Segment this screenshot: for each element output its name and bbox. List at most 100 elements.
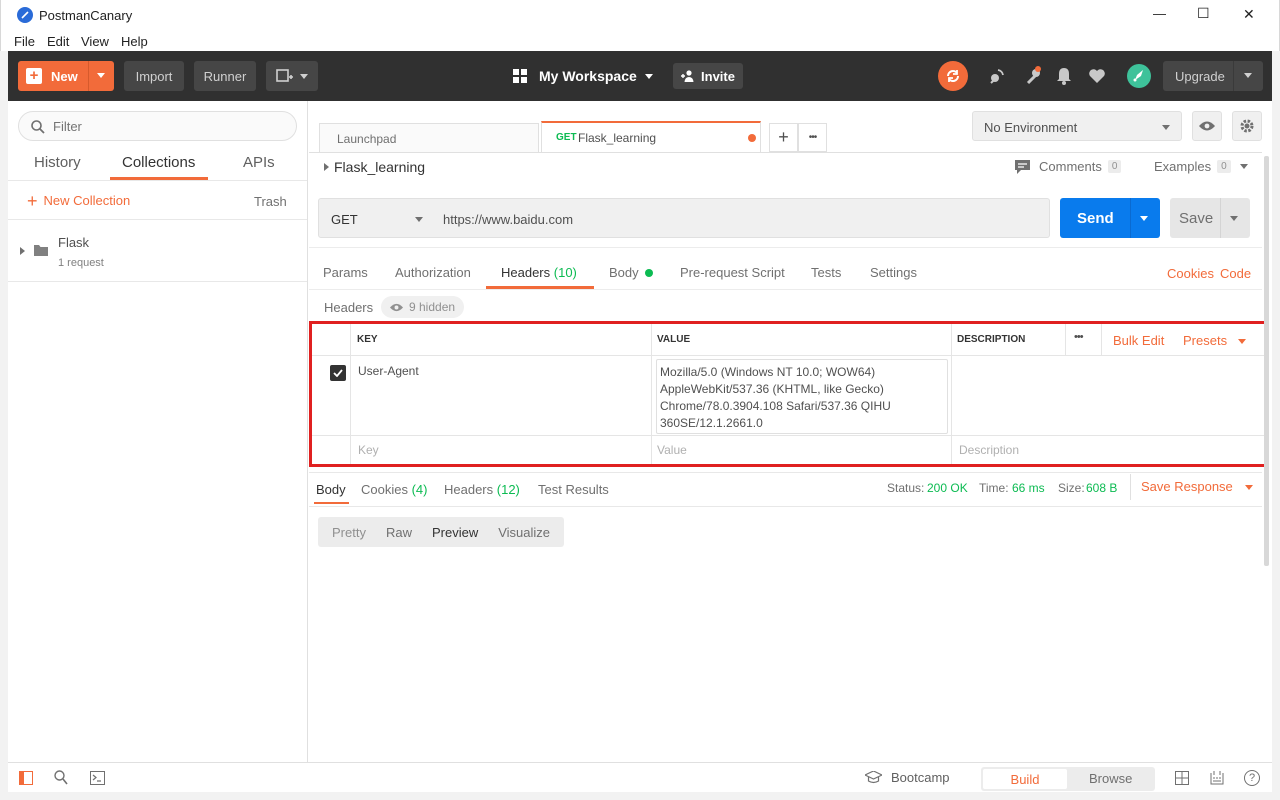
tab-params[interactable]: Params <box>323 265 368 280</box>
comments-button[interactable]: Comments 0 <box>1015 159 1122 174</box>
search-icon[interactable] <box>54 770 68 785</box>
close-button[interactable]: ✕ <box>1243 6 1255 23</box>
settings-wrench-icon[interactable] <box>1024 65 1042 88</box>
tab-prerequest-script[interactable]: Pre-request Script <box>680 265 785 280</box>
status-bar: Bootcamp Build Browse ? <box>8 762 1272 792</box>
new-window-button[interactable] <box>266 61 318 91</box>
sidebar-toggle-icon[interactable] <box>19 771 33 785</box>
response-tab-headers[interactable]: Headers (12) <box>444 482 520 497</box>
heart-icon[interactable] <box>1088 68 1106 87</box>
send-button[interactable]: Send <box>1060 198 1160 238</box>
save-button[interactable]: Save <box>1170 198 1250 238</box>
rocket-icon[interactable] <box>1127 64 1151 88</box>
new-button[interactable]: + New <box>18 61 114 91</box>
tab-authorization[interactable]: Authorization <box>395 265 471 280</box>
bulk-edit-link[interactable]: Bulk Edit <box>1113 333 1164 348</box>
menu-view[interactable]: View <box>81 34 109 49</box>
trash-button[interactable]: Trash <box>254 194 287 209</box>
save-divider <box>1220 198 1221 238</box>
environment-select[interactable]: No Environment <box>972 111 1182 141</box>
chevron-down-icon[interactable] <box>1230 216 1238 221</box>
divider <box>309 472 1262 473</box>
upgrade-button[interactable]: Upgrade <box>1163 61 1263 91</box>
chevron-down-icon[interactable] <box>1140 216 1148 221</box>
satellite-icon[interactable] <box>988 67 1006 88</box>
minimize-button[interactable]: — <box>1153 6 1166 21</box>
caret-right-icon[interactable] <box>324 163 329 171</box>
presets-link[interactable]: Presets <box>1183 333 1246 348</box>
filter-box[interactable] <box>18 111 297 141</box>
row-key: User-Agent <box>358 364 419 378</box>
collection-item[interactable]: Flask 1 request <box>8 220 307 282</box>
sync-icon[interactable] <box>938 61 968 91</box>
main-scrollbar[interactable] <box>1264 156 1269 566</box>
tab-tests[interactable]: Tests <box>811 265 841 280</box>
desktop-right-strip <box>1272 51 1280 800</box>
hidden-headers-toggle[interactable]: 9 hidden <box>381 296 465 318</box>
method-select[interactable]: GET <box>318 198 434 238</box>
menu-help[interactable]: Help <box>121 34 148 49</box>
response-tab-cookies[interactable]: Cookies (4) <box>361 482 427 497</box>
workspace-switcher[interactable]: My Workspace <box>513 66 653 86</box>
tab-method: GET <box>556 132 577 143</box>
tab-collections[interactable]: Collections <box>122 154 195 171</box>
chevron-down-icon[interactable] <box>97 73 105 78</box>
time-label: Time: <box>979 481 1009 495</box>
bootcamp-button[interactable]: Bootcamp <box>865 770 950 785</box>
status-value[interactable]: 200 OK <box>927 481 968 495</box>
cookies-link[interactable]: Cookies <box>1167 266 1214 281</box>
caret-right-icon[interactable] <box>20 247 25 255</box>
collection-count: 1 request <box>58 257 104 269</box>
browse-mode-button[interactable]: Browse <box>1089 771 1132 786</box>
add-tab-button[interactable]: + <box>769 123 798 152</box>
view-visualize[interactable]: Visualize <box>488 525 560 540</box>
keyboard-shortcuts-icon[interactable] <box>1209 770 1225 786</box>
filter-input[interactable] <box>53 118 283 135</box>
chevron-down-icon <box>1244 73 1252 78</box>
build-mode-button[interactable]: Build <box>983 769 1067 789</box>
view-pretty[interactable]: Pretty <box>322 525 376 540</box>
import-button[interactable]: Import <box>124 61 184 91</box>
response-tab-test-results[interactable]: Test Results <box>538 482 609 497</box>
help-icon[interactable]: ? <box>1244 770 1260 786</box>
examples-button[interactable]: Examples 0 <box>1154 159 1248 174</box>
tab-launchpad[interactable]: Launchpad <box>319 123 539 152</box>
tab-history[interactable]: History <box>34 154 81 171</box>
response-tab-body[interactable]: Body <box>316 482 346 497</box>
tab-flask-learning[interactable]: GET Flask_learning <box>541 121 761 152</box>
maximize-button[interactable]: ☐ <box>1197 5 1210 22</box>
graduation-cap-icon <box>865 771 882 784</box>
tab-more-button[interactable]: ••• <box>798 123 827 152</box>
row-description-cell[interactable] <box>952 356 1264 436</box>
environment-quicklook-button[interactable] <box>1192 111 1222 141</box>
view-preview[interactable]: Preview <box>422 525 488 540</box>
tab-apis[interactable]: APIs <box>243 154 275 171</box>
code-link[interactable]: Code <box>1220 266 1251 281</box>
menu-edit[interactable]: Edit <box>47 34 69 49</box>
tab-headers[interactable]: Headers (10) <box>501 265 577 280</box>
new-value-cell[interactable]: Value <box>652 436 952 464</box>
row-key-cell[interactable]: User-Agent <box>351 356 652 436</box>
comment-icon <box>1015 159 1030 174</box>
manage-environments-button[interactable] <box>1232 111 1262 141</box>
runner-button[interactable]: Runner <box>194 61 256 91</box>
console-icon[interactable] <box>90 771 105 785</box>
save-response-button[interactable]: Save Response <box>1141 479 1254 494</box>
new-collection-button[interactable]: + New Collection <box>27 192 130 210</box>
new-key-cell[interactable]: Key <box>351 436 652 464</box>
menu-file[interactable]: File <box>14 34 35 49</box>
time-value[interactable]: 66 ms <box>1012 481 1045 495</box>
row-value-editor[interactable]: Mozilla/5.0 (Windows NT 10.0; WOW64) App… <box>656 359 948 434</box>
more-options-button[interactable]: ••• <box>1074 331 1084 343</box>
invite-button[interactable]: Invite <box>673 63 743 89</box>
two-pane-view-icon[interactable] <box>1175 771 1189 785</box>
chevron-down-icon <box>415 217 423 222</box>
view-raw[interactable]: Raw <box>376 525 422 540</box>
tab-body[interactable]: Body <box>609 265 654 280</box>
notification-bell-icon[interactable] <box>1056 67 1072 88</box>
size-value[interactable]: 608 B <box>1086 481 1117 495</box>
tab-settings[interactable]: Settings <box>870 265 917 280</box>
url-input[interactable]: https://www.baidu.com <box>433 198 1050 238</box>
row-enabled-checkbox[interactable] <box>330 365 346 381</box>
new-description-cell[interactable]: Description <box>952 436 1264 464</box>
